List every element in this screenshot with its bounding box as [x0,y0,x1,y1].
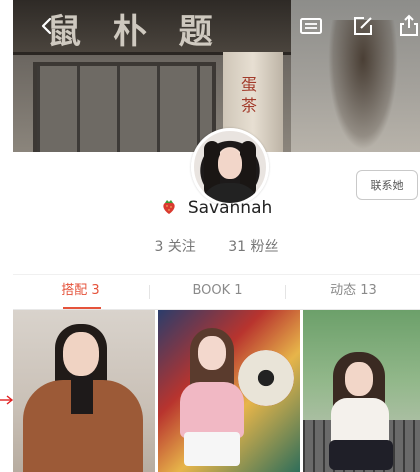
back-button[interactable] [33,12,61,40]
profile-stats: 3 关注 31 粉丝 [13,236,420,256]
pointer-arrow-icon [0,395,14,405]
chevron-left-icon [41,17,52,35]
username: Savannah [187,198,273,218]
outfit-photo[interactable] [158,310,300,472]
photo-figure [198,336,226,370]
profile-screen: 鼠 朴 题 蛋 茶 联系她 Savannah 3 关注 31 粉丝 搭配 3 B… [13,0,420,472]
followers-count[interactable]: 31 粉丝 [228,239,278,255]
share-icon [400,14,418,36]
outfit-photo[interactable] [13,310,155,472]
profile-name-row: Savannah [13,198,420,222]
tab-moments[interactable]: 动态 13 [286,275,420,309]
id-card-icon [300,18,322,34]
storefront-window [33,62,216,152]
photo-figure [71,374,93,414]
following-count[interactable]: 3 关注 [154,239,195,255]
tab-outfits[interactable]: 搭配 3 [13,275,148,309]
photo-figure [63,332,99,376]
outfit-grid [13,310,420,472]
avatar[interactable] [191,128,269,206]
outfit-photo[interactable] [303,310,420,472]
photo-figure [180,382,244,438]
strawberry-icon [163,200,175,214]
photo-figure [184,432,240,466]
pillar-text: 蛋 茶 [238,76,257,114]
mural-eye [238,350,294,406]
card-button[interactable] [297,12,325,40]
profile-tabs: 搭配 3 BOOK 1 动态 13 [13,274,420,310]
top-bar [13,0,420,52]
photo-figure [329,440,393,470]
share-button[interactable] [395,12,420,40]
tab-book[interactable]: BOOK 1 [150,275,285,309]
photo-figure [345,362,373,396]
contact-button[interactable]: 联系她 [356,170,418,200]
edit-button[interactable] [349,12,377,40]
avatar-face [218,149,242,179]
edit-icon [354,17,372,35]
